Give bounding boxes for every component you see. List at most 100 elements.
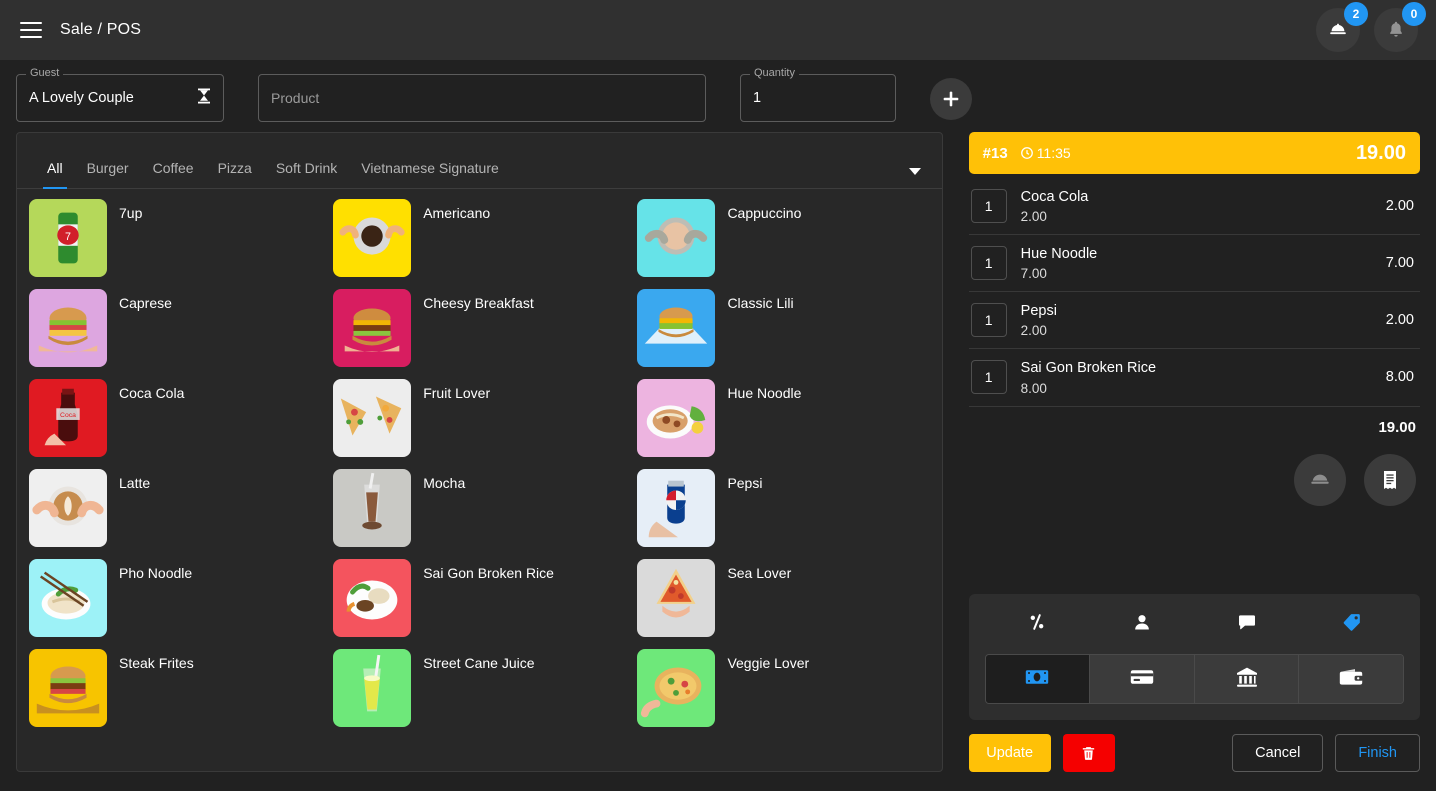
product-card[interactable]: Sai Gon Broken Rice [327, 559, 631, 649]
product-name: Veggie Lover [727, 655, 809, 672]
guest-field[interactable]: Guest A Lovely Couple [16, 74, 224, 122]
tab-burger[interactable]: Burger [75, 160, 141, 188]
product-name: Classic Lili [727, 295, 793, 312]
product-card[interactable]: Pepsi [631, 469, 935, 559]
quantity-value: 1 [753, 90, 761, 106]
product-card[interactable]: Cheesy Breakfast [327, 289, 631, 379]
svg-text:Coca: Coca [60, 412, 76, 419]
order-item-amount: 8.00 [1386, 369, 1418, 385]
quantity-field[interactable]: Quantity 1 [740, 74, 896, 122]
tab-pizza[interactable]: Pizza [206, 160, 264, 188]
order-item-quantity[interactable]: 1 [971, 360, 1007, 394]
product-thumbnail [29, 289, 107, 367]
order-number: #13 [983, 145, 1008, 162]
product-name: Caprese [119, 295, 172, 312]
order-header: #13 11:35 19.00 [969, 132, 1420, 174]
order-item-row[interactable]: 1 Sai Gon Broken Rice8.008.00 [969, 349, 1420, 406]
product-grid: 77upAmericano Cappuccino Caprese Cheesy Bre… [17, 189, 942, 771]
order-header-total: 19.00 [1356, 142, 1406, 165]
guest-label: Guest [26, 67, 63, 79]
payment-panel [969, 594, 1420, 720]
clock-icon [1020, 146, 1034, 160]
product-card[interactable]: Mocha [327, 469, 631, 559]
product-thumbnail [637, 199, 715, 277]
bank-payment-option[interactable] [1195, 655, 1300, 703]
order-item-row[interactable]: 1Hue Noodle7.007.00 [969, 235, 1420, 292]
product-card[interactable]: Fruit Lover [327, 379, 631, 469]
page-title: Sale / POS [60, 21, 141, 39]
product-card[interactable]: Latte [23, 469, 327, 559]
tab-label: Pizza [218, 160, 252, 176]
order-subtotal: 19.00 [969, 407, 1420, 436]
cancel-button[interactable]: Cancel [1232, 734, 1323, 772]
trash-icon [1080, 745, 1097, 762]
order-item-row[interactable]: 1Coca Cola2.002.00 [969, 178, 1420, 235]
product-card[interactable]: Classic Lili [631, 289, 935, 379]
product-name: Latte [119, 475, 150, 492]
order-item-info: Sai Gon Broken Rice8.00 [1021, 359, 1386, 395]
tab-soft-drink[interactable]: Soft Drink [264, 160, 349, 188]
order-item-amount: 2.00 [1386, 198, 1418, 214]
product-thumbnail [637, 649, 715, 727]
order-item-quantity[interactable]: 1 [971, 189, 1007, 223]
product-card[interactable]: Sea Lover [631, 559, 935, 649]
product-card[interactable]: Caprese [23, 289, 327, 379]
serve-order-button[interactable] [1294, 454, 1346, 506]
hamburger-icon[interactable] [20, 22, 42, 38]
tab-vietnamese-signature[interactable]: Vietnamese Signature [349, 160, 511, 188]
comment-icon [1237, 612, 1257, 637]
order-item-name: Pepsi [1021, 302, 1386, 320]
tab-all[interactable]: All [35, 160, 75, 188]
product-name: Street Cane Juice [423, 655, 534, 672]
order-item-unit-price: 2.00 [1021, 209, 1386, 224]
product-card[interactable]: CocaCoca Cola [23, 379, 327, 469]
product-card[interactable]: Americano [327, 199, 631, 289]
product-thumbnail: 7 [29, 199, 107, 277]
wallet-icon [1339, 665, 1363, 694]
order-item-info: Pepsi 2.00 [1021, 302, 1386, 338]
payment-method-selector [985, 654, 1404, 704]
update-button[interactable]: Update [969, 734, 1051, 772]
order-item-unit-price: 2.00 [1021, 323, 1386, 338]
product-card[interactable]: Street Cane Juice [327, 649, 631, 739]
add-product-button[interactable] [930, 78, 972, 120]
order-panel: #13 11:35 19.00 1Coca Cola2.002.001Hue N… [969, 132, 1420, 772]
finish-button[interactable]: Finish [1335, 734, 1420, 772]
quantity-label: Quantity [750, 67, 799, 79]
product-card[interactable]: Cappuccino [631, 199, 935, 289]
order-item-info: Hue Noodle7.00 [1021, 245, 1386, 281]
food-cover-icon [1307, 467, 1333, 493]
tag-button[interactable] [1299, 606, 1404, 642]
notifications-button[interactable]: 0 [1374, 8, 1418, 52]
product-card[interactable]: 77up [23, 199, 327, 289]
product-card[interactable]: Hue Noodle [631, 379, 935, 469]
comment-button[interactable] [1194, 606, 1299, 642]
product-card[interactable]: Pho Noodle [23, 559, 327, 649]
print-receipt-button[interactable] [1364, 454, 1416, 506]
wallet-payment-option[interactable] [1299, 655, 1403, 703]
category-tabs: AllBurgerCoffee Pizza Soft DrinkVietnamese… [17, 133, 942, 189]
order-item-row[interactable]: 1 Pepsi 2.002.00 [969, 292, 1420, 349]
cash-payment-option[interactable] [986, 655, 1091, 703]
product-name: Cheesy Breakfast [423, 295, 534, 312]
delete-order-button[interactable] [1063, 734, 1115, 772]
product-thumbnail [333, 469, 411, 547]
percent-discount-button[interactable] [985, 606, 1090, 642]
credit-card-payment-option[interactable] [1090, 655, 1195, 703]
chevron-down-icon[interactable] [908, 166, 922, 176]
tab-coffee[interactable]: Coffee [141, 160, 206, 188]
order-item-quantity[interactable]: 1 [971, 246, 1007, 280]
customer-button[interactable] [1090, 606, 1195, 642]
plus-icon [940, 88, 962, 110]
service-bell-button[interactable]: 2 [1316, 8, 1360, 52]
order-item-quantity[interactable]: 1 [971, 303, 1007, 337]
product-name: Cappuccino [727, 205, 801, 222]
hourglass-icon[interactable] [197, 88, 211, 109]
notification-badge: 0 [1402, 2, 1426, 26]
product-placeholder: Product [271, 90, 319, 106]
guest-value: A Lovely Couple [29, 90, 134, 106]
service-bell-badge: 2 [1344, 2, 1368, 26]
product-card[interactable]: Steak Frites [23, 649, 327, 739]
product-card[interactable]: Veggie Lover [631, 649, 935, 739]
product-search-field[interactable]: Product [258, 74, 706, 122]
